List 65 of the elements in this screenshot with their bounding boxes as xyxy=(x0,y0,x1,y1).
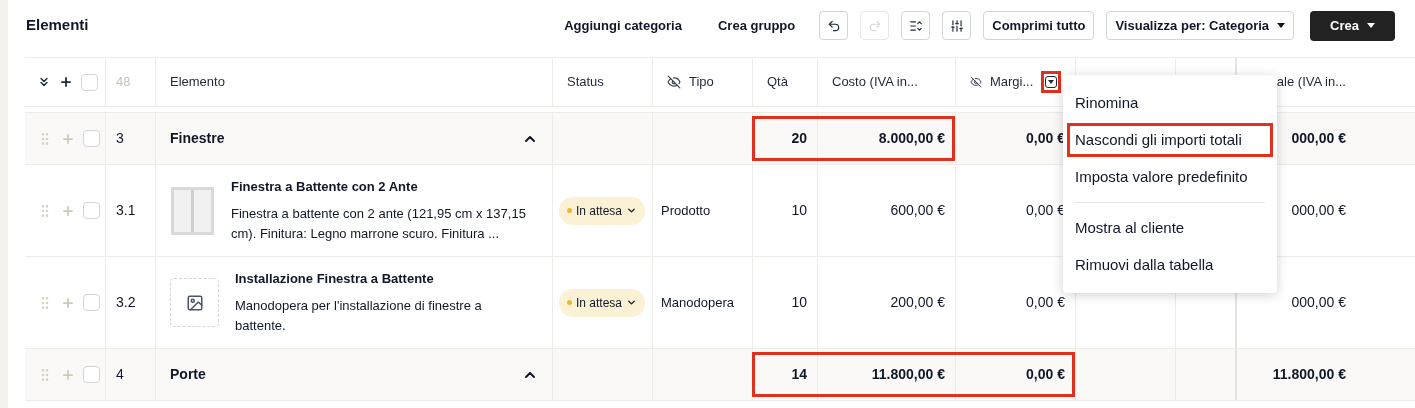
table-cell-text: Prodotto xyxy=(661,201,711,220)
column-header[interactable]: Elemento xyxy=(170,72,225,92)
menu-item[interactable]: Imposta valore predefinito xyxy=(1067,160,1273,194)
collapse-all-button[interactable]: Comprimi tutto xyxy=(983,11,1095,40)
row-number: 3.1 xyxy=(116,201,136,220)
row-checkbox[interactable] xyxy=(83,294,100,311)
sliders-icon xyxy=(949,18,964,33)
table-cell-text: 600,00 € xyxy=(890,201,945,220)
column-header[interactable]: Costo (IVA in... xyxy=(832,72,918,92)
status-pill[interactable]: In attesa xyxy=(559,288,646,317)
sliders-button[interactable] xyxy=(942,11,972,40)
menu-item[interactable]: Mostra al cliente xyxy=(1067,211,1273,245)
table-cell-text: Manodopera xyxy=(661,293,734,312)
row-height-button[interactable] xyxy=(901,11,931,40)
item-count: 48 xyxy=(116,73,131,92)
row-height-icon xyxy=(908,18,923,33)
item-title: Installazione Finestra a Battente xyxy=(235,269,435,288)
table-cell-text: 200,00 € xyxy=(890,293,945,312)
table-cell-text: 000,00 € xyxy=(1291,293,1346,312)
expand-all-icon[interactable] xyxy=(37,75,51,89)
menu-item[interactable]: Rimuovi dalla tabella xyxy=(1067,248,1273,282)
table-cell-text: 0,00 € xyxy=(1026,293,1065,312)
category-name: Finestre xyxy=(170,129,225,148)
table-cell-text: 20 xyxy=(791,129,807,148)
table-cell-text: 000,00 € xyxy=(1291,201,1346,220)
image-icon xyxy=(185,293,204,312)
table-cell-text: 8.000,00 € xyxy=(878,129,945,148)
table-cell-text: 0,00 € xyxy=(1026,365,1065,384)
item-description: Finestra a battente con 2 ante (121,95 cm x 137,15 cm). Finitura: Legno marrone scuro. Finitura ... xyxy=(231,205,527,244)
undo-button[interactable] xyxy=(819,11,849,40)
row-checkbox[interactable] xyxy=(83,202,100,219)
table-cell-text: 14 xyxy=(791,365,807,384)
table-cell-text: 11.800,00 € xyxy=(871,365,945,384)
toolbar-button[interactable]: Aggiungi categoria xyxy=(552,11,694,40)
category-name: Porte xyxy=(170,365,206,384)
menu-item[interactable]: Nascondi gli importi totali xyxy=(1067,123,1273,157)
column-menu-button[interactable] xyxy=(1041,71,1061,93)
row-number: 3.2 xyxy=(116,293,136,312)
section-title: Elementi xyxy=(26,15,89,36)
menu-item[interactable]: Rinomina xyxy=(1067,86,1273,120)
table-cell-text: 10 xyxy=(791,201,807,220)
row-checkbox[interactable] xyxy=(83,366,100,383)
table-cell-text: 000,00 € xyxy=(1291,129,1346,148)
row-checkbox[interactable] xyxy=(83,130,100,147)
select-all-checkbox[interactable] xyxy=(81,73,98,91)
row-number: 4 xyxy=(116,365,124,384)
column-header[interactable]: Qtà xyxy=(767,72,788,92)
create-button[interactable]: Crea xyxy=(1310,10,1395,41)
redo-icon xyxy=(867,18,882,33)
column-header[interactable]: Tipo xyxy=(689,72,714,92)
table-cell-text: 10 xyxy=(791,293,807,312)
item-title: Finestra a Battente con 2 Ante xyxy=(231,177,419,196)
add-icon[interactable] xyxy=(59,75,73,89)
toolbar-button[interactable]: Crea gruppo xyxy=(705,11,808,40)
caret-icon xyxy=(626,205,638,216)
column-header[interactable]: ale (IVA in... xyxy=(1276,72,1346,92)
item-description: Manodopera per l'installazione di finestre a battente. xyxy=(235,297,483,336)
undo-icon xyxy=(826,18,841,33)
caret-icon xyxy=(626,297,638,308)
view-select[interactable]: Visualizza per: Categoria xyxy=(1106,11,1295,40)
column-header[interactable]: Status xyxy=(567,72,604,92)
column-header[interactable]: Margi... xyxy=(989,72,1034,92)
row-number: 3 xyxy=(116,129,124,148)
status-pill[interactable]: In attesa xyxy=(559,196,646,225)
table-cell-text: 11.800,00 € xyxy=(1272,365,1346,384)
